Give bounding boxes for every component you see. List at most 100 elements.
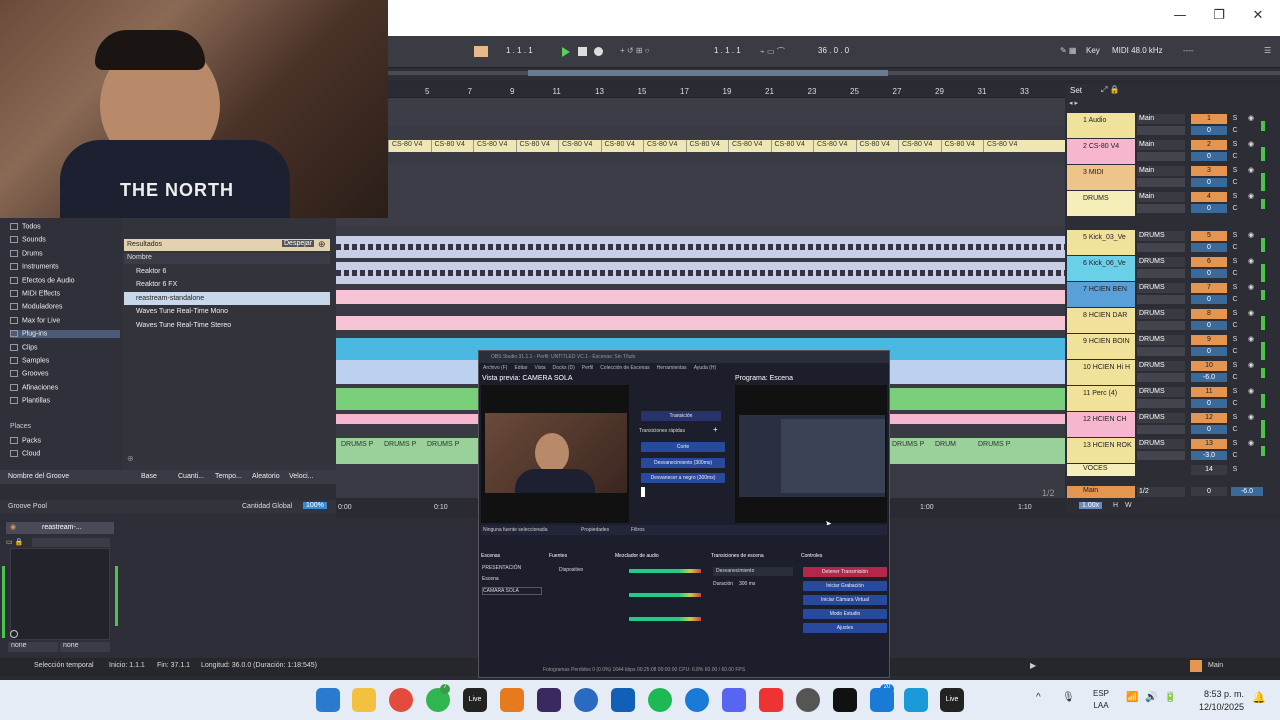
category-icon[interactable]: [10, 223, 18, 230]
ruler-tick[interactable]: 33: [1020, 87, 1029, 96]
track-output-select[interactable]: DRUMS: [1137, 439, 1185, 449]
obs-audio-meter[interactable]: [629, 593, 701, 597]
drums-clip[interactable]: DRUMS P: [975, 440, 1017, 450]
place-icon[interactable]: [10, 450, 18, 457]
arm-icon[interactable]: ◉: [1246, 283, 1256, 293]
restore-button[interactable]: ❐: [1209, 6, 1229, 26]
arrangement-lane[interactable]: [336, 290, 1065, 304]
column-name[interactable]: Nombre: [124, 253, 330, 264]
arm-icon[interactable]: ◉: [1246, 439, 1256, 449]
arrangement-lane[interactable]: [336, 262, 1065, 284]
track-meter[interactable]: [1261, 121, 1265, 131]
groove-column[interactable]: Nombre del Groove: [8, 473, 69, 480]
draw-mode-icon[interactable]: ✎ ▦: [1060, 46, 1076, 55]
crossfade-button[interactable]: C: [1230, 425, 1240, 434]
global-amount-value[interactable]: 100%: [303, 502, 327, 509]
category-icon[interactable]: [10, 316, 18, 324]
ableton-icon[interactable]: Live: [463, 688, 487, 712]
track-output-channel[interactable]: [1137, 269, 1185, 278]
ruler-tick[interactable]: 15: [638, 87, 647, 96]
obs-control-button[interactable]: Detener Transmisión: [803, 567, 887, 577]
solo-button[interactable]: S: [1230, 309, 1240, 319]
place-packs[interactable]: Packs: [10, 437, 41, 444]
category-label[interactable]: MIDI Effects: [22, 290, 60, 297]
obs-audio-meter[interactable]: [629, 617, 701, 621]
track-meter[interactable]: [1261, 342, 1265, 360]
track-activator[interactable]: 7: [1191, 283, 1227, 293]
tbar-handle[interactable]: [641, 487, 645, 497]
obs-control-button[interactable]: Iniciar Grabación: [803, 581, 887, 591]
category-label[interactable]: Moduladores: [22, 304, 62, 311]
shazam-icon[interactable]: [685, 688, 709, 712]
voces-track[interactable]: VOCES: [1067, 464, 1135, 476]
arm-icon[interactable]: ◉: [1246, 309, 1256, 319]
category-clips[interactable]: Clips: [10, 343, 38, 351]
set-label[interactable]: Set: [1070, 86, 1082, 95]
track-name[interactable]: 8 HCIEN DAR: [1067, 308, 1135, 333]
bar-ruler[interactable]: 5 7 9 11 13 15 17 19 21 23 25 27 29 31 33: [388, 84, 1065, 98]
obs-dock-title[interactable]: Mezclador de audio: [615, 553, 659, 559]
ruler-tick[interactable]: 9: [510, 87, 514, 96]
clip[interactable]: CS-80 V4: [898, 140, 940, 152]
time-10[interactable]: 0:10: [434, 504, 448, 511]
solo-button[interactable]: S: [1230, 283, 1240, 293]
track-output-select[interactable]: DRUMS: [1137, 387, 1185, 397]
power-icon[interactable]: ◉: [10, 523, 16, 531]
crossfade-button[interactable]: C: [1230, 243, 1240, 252]
tray-chevron-icon[interactable]: ^: [1036, 692, 1041, 703]
obs-menu-item[interactable]: Archivo (F): [483, 365, 507, 371]
transition-button[interactable]: Transición: [641, 411, 721, 421]
category-label[interactable]: Drums: [22, 250, 43, 257]
track-output-channel[interactable]: [1137, 399, 1185, 408]
clip[interactable]: CS-80 V4: [643, 140, 685, 152]
filters-button[interactable]: Filtros: [631, 527, 645, 533]
result-label[interactable]: Reaktor 6 FX: [136, 281, 177, 288]
track-output-select[interactable]: DRUMS: [1137, 413, 1185, 423]
category-label[interactable]: Afinaciones: [22, 384, 58, 391]
solo-button[interactable]: S: [1230, 114, 1240, 124]
ruler-tick[interactable]: 23: [808, 87, 817, 96]
category-icon[interactable]: [10, 249, 18, 257]
category-icon[interactable]: [10, 357, 18, 364]
close-button[interactable]: ✕: [1248, 6, 1268, 26]
crossfade-button[interactable]: C: [1230, 152, 1240, 161]
category-label[interactable]: Efectos de Audio: [22, 277, 75, 284]
result-item[interactable]: reastream-standalone: [124, 291, 330, 305]
track-volume[interactable]: 0: [1191, 126, 1227, 135]
bar-count[interactable]: 1/2: [1042, 488, 1055, 498]
track-output-channel[interactable]: [1137, 126, 1185, 135]
arm-icon[interactable]: ◉: [1246, 413, 1256, 423]
arm-icon[interactable]: ◉: [1246, 335, 1256, 345]
track-name[interactable]: 12 HCIEN CH: [1067, 412, 1135, 437]
ruler-tick[interactable]: 5: [425, 87, 429, 96]
clip[interactable]: CS-80 V4: [430, 140, 473, 152]
track-meter[interactable]: [1261, 199, 1265, 209]
solo-button[interactable]: S: [1230, 192, 1240, 202]
arrangement-lane[interactable]: [336, 316, 1065, 330]
track-output-select[interactable]: DRUMS: [1137, 335, 1185, 345]
obs-icon[interactable]: [796, 688, 820, 712]
solo-button[interactable]: S: [1230, 166, 1240, 176]
track-name[interactable]: 1 Audio: [1067, 113, 1135, 138]
song-position[interactable]: 1 . 1 . 1: [506, 46, 533, 55]
track-volume[interactable]: 0: [1191, 152, 1227, 161]
category-todos[interactable]: Todos: [10, 223, 41, 230]
minimize-button[interactable]: —: [1170, 6, 1190, 26]
crossfade-button[interactable]: C: [1230, 178, 1240, 187]
discord-icon[interactable]: [722, 688, 746, 712]
clear-button[interactable]: Despejar: [282, 240, 315, 247]
track-name[interactable]: 9 HCIEN BOIN: [1067, 334, 1135, 359]
track-output-select[interactable]: DRUMS: [1137, 309, 1185, 319]
track-name[interactable]: 7 HCIEN BEN: [1067, 282, 1135, 307]
solo-button[interactable]: S: [1230, 140, 1240, 150]
punch-icons[interactable]: ⌁ ▭ ⌒: [760, 46, 785, 57]
ruler-tick[interactable]: 27: [893, 87, 902, 96]
clip[interactable]: CS-80 V4: [515, 140, 558, 152]
drums-clip[interactable]: DRUMS P: [338, 440, 380, 450]
whatsapp-icon[interactable]: 7: [426, 684, 450, 712]
ruler-tick[interactable]: 19: [723, 87, 732, 96]
arrangement-lane[interactable]: [336, 164, 1065, 190]
track-output-select[interactable]: Main: [1137, 140, 1185, 150]
fl-studio-icon[interactable]: [500, 688, 524, 712]
track-volume[interactable]: -6.0: [1191, 373, 1227, 382]
